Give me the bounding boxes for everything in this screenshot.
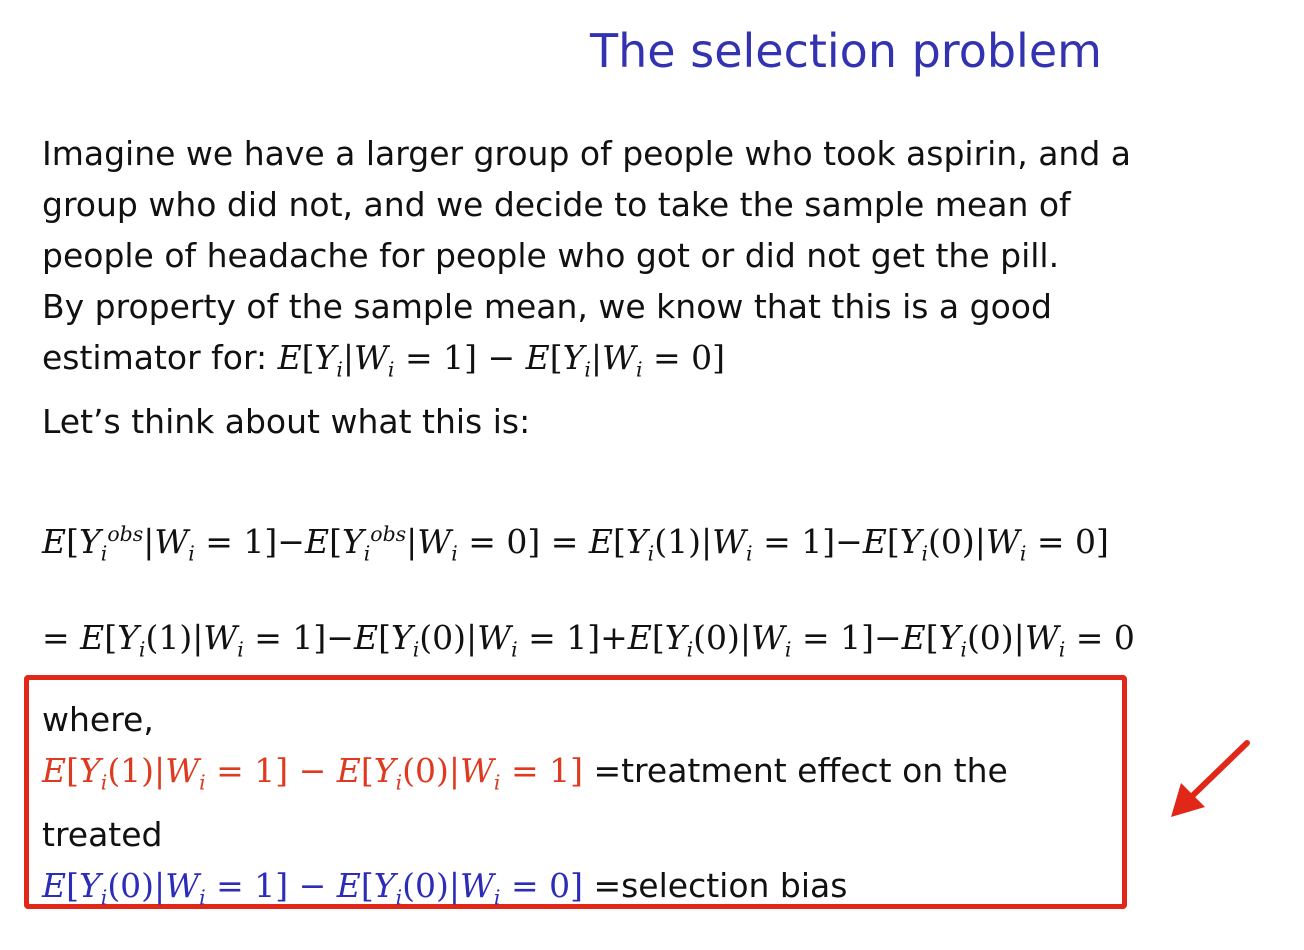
equation-1: E[Yiobs|Wi = 1]−E[Yiobs|Wi = 0] = E[Yi(1… [42,522,1109,566]
arrow-down-left-icon [1171,740,1250,817]
paragraph-line-5: estimator for: E[Yi|Wi = 1] − E[Yi|Wi = … [42,332,1131,396]
att-formula: E[Yi(1)|Wi = 1] − E[Yi(0)|Wi = 1] [42,751,583,795]
bias-formula: E[Yi(0)|Wi = 1] − E[Yi(0)|Wi = 0] [42,865,583,910]
paragraph-line-1: Imagine we have a larger group of people… [42,134,1131,173]
equation-2: = E[Yi(1)|Wi = 1]−E[Yi(0)|Wi = 1]+E[Yi(0… [42,618,1135,662]
slide-title: The selection problem [590,24,1102,78]
bias-line: E[Yi(0)|Wi = 1] − E[Yi(0)|Wi = 0] =selec… [42,860,1008,924]
where-label: where, [42,700,154,739]
paragraph-line-6: Let’s think about what this is: [42,401,531,441]
estimator-label: estimator for: [42,338,278,377]
att-label: =treatment effect on the [593,751,1008,790]
att-line: E[Yi(1)|Wi = 1] − E[Yi(0)|Wi = 1] =treat… [42,745,1008,809]
paragraph-line-2: group who did not, and we decide to take… [42,185,1071,224]
paragraph-line-4: By property of the sample mean, we know … [42,287,1052,326]
att-label-continued: treated [42,814,163,854]
intro-paragraph: Imagine we have a larger group of people… [42,128,1131,447]
paragraph-line-3: people of headache for people who got or… [42,236,1060,275]
estimator-formula: E[Yi|Wi = 1] − E[Yi|Wi = 0] [277,338,726,382]
definitions-box: where, E[Yi(1)|Wi = 1] − E[Yi(0)|Wi = 1]… [42,694,1008,923]
bias-label: =selection bias [593,865,848,905]
